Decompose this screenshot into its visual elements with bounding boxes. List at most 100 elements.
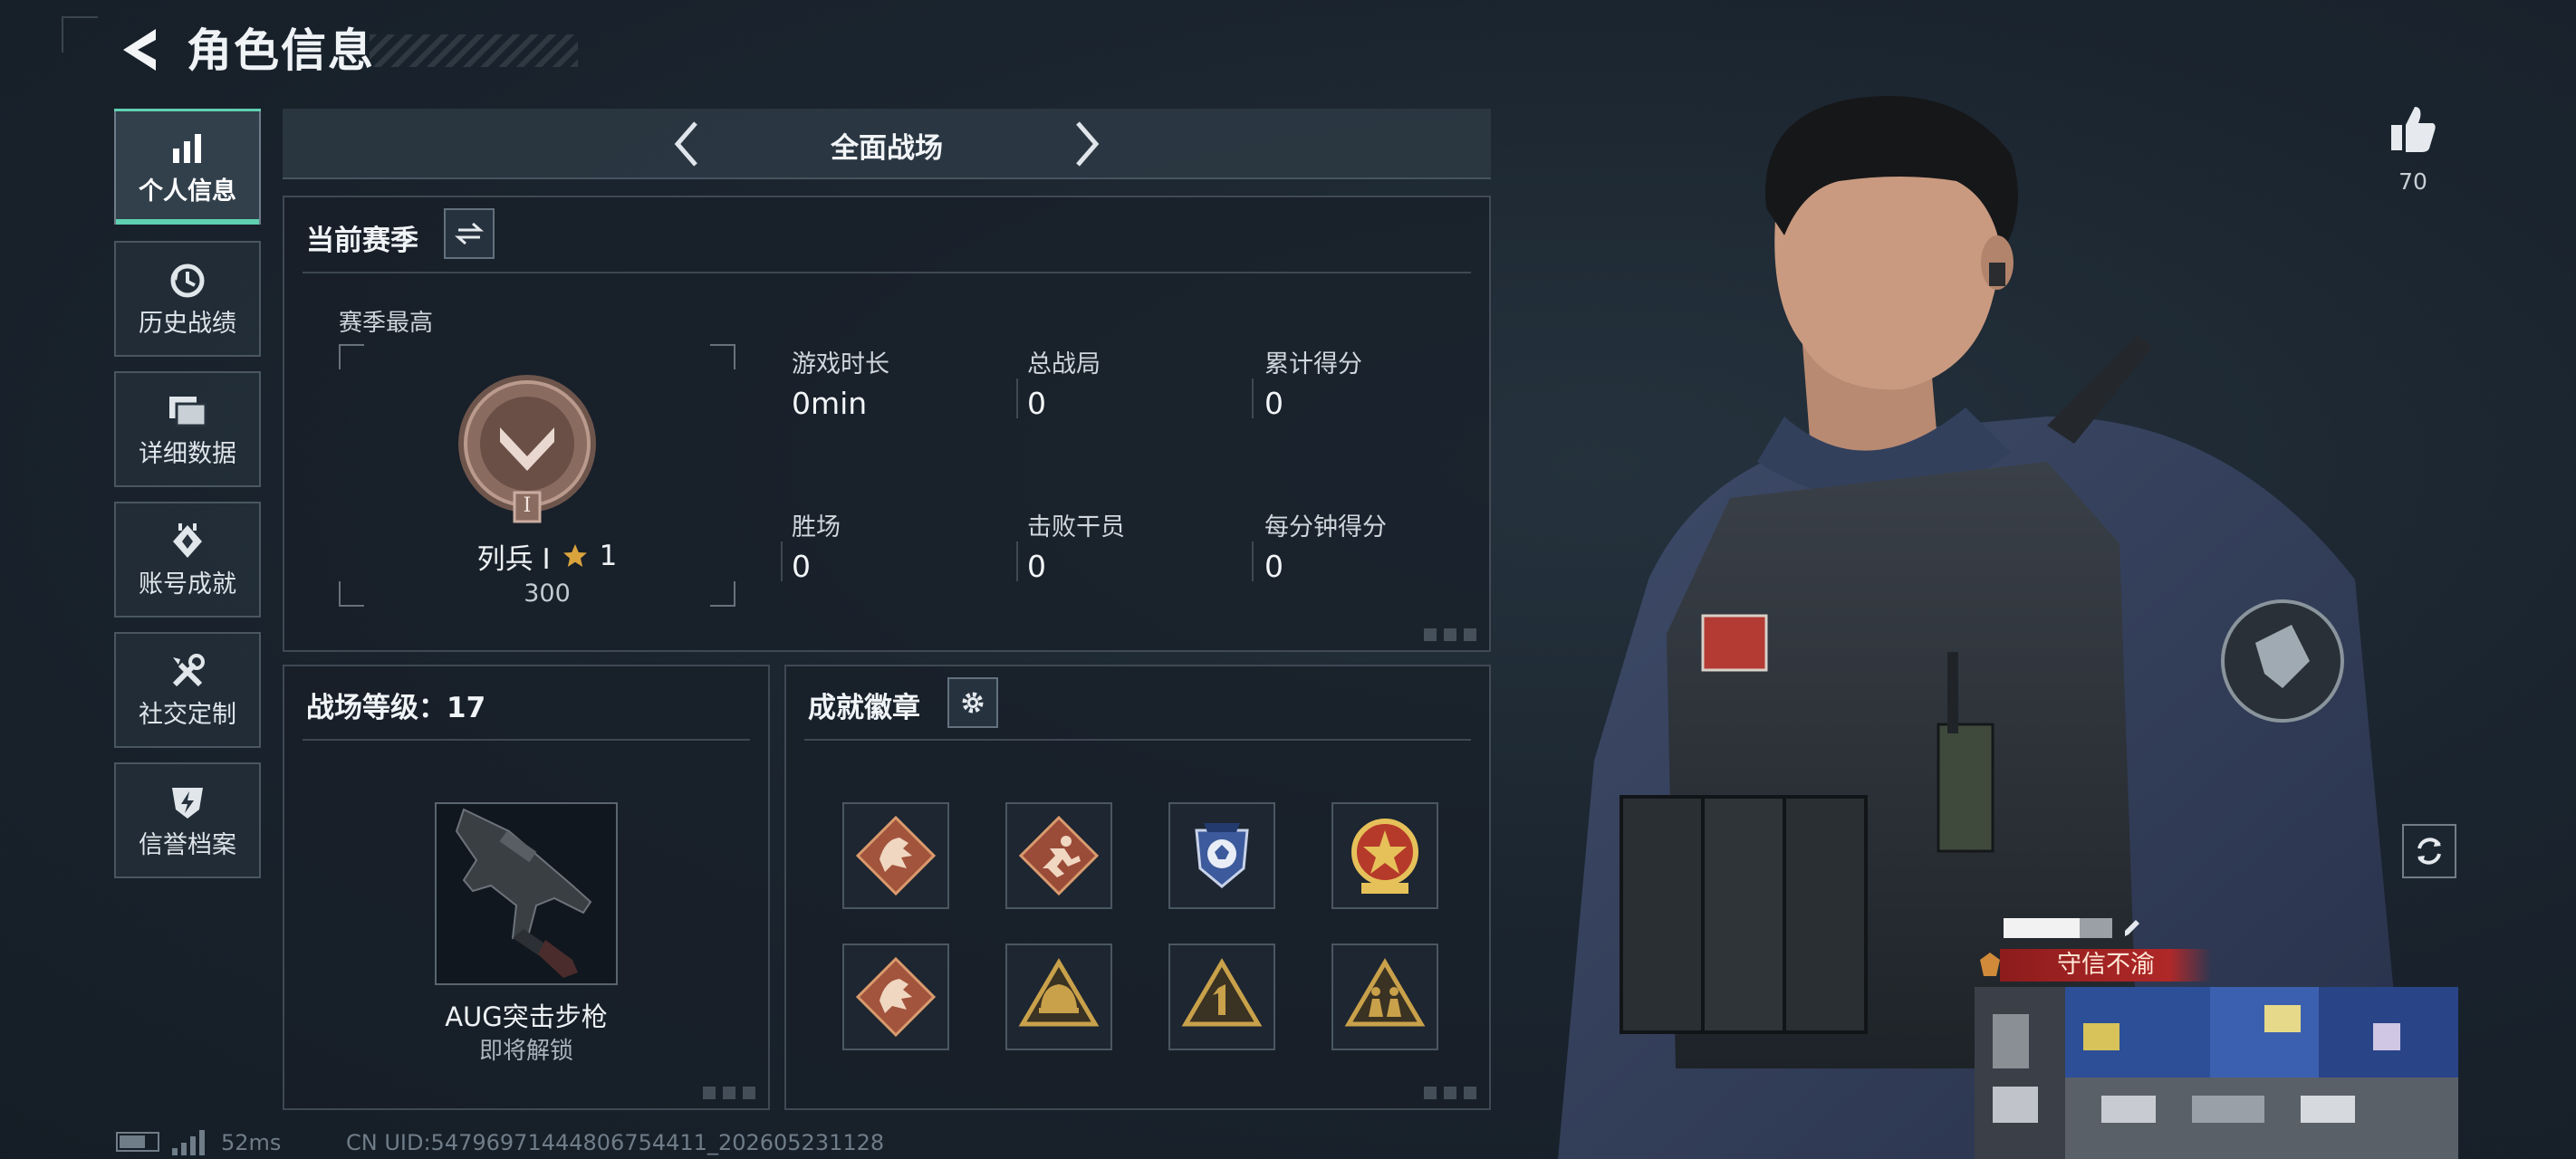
nav-item-personal-info[interactable]: 个人信息	[114, 109, 261, 225]
page-title: 角色信息	[187, 24, 375, 77]
rank-tier-numeral: I	[523, 494, 532, 517]
star-medal-badge-icon	[1351, 819, 1418, 894]
badge-slot[interactable]	[842, 802, 949, 909]
battlefield-level-panel: 战场等级：17 AUG突击步枪 即将解锁	[283, 665, 770, 1110]
ping-readout: 52ms	[221, 1130, 282, 1155]
panel-notch-decoration	[1424, 1087, 1478, 1099]
badge-slot[interactable]	[1331, 802, 1438, 909]
nav-item-detailed-data[interactable]: 详细数据	[114, 371, 261, 487]
rank-name: 列兵 Ⅰ	[476, 542, 551, 576]
stat-value: 0	[1027, 386, 1046, 421]
tools-icon	[167, 651, 208, 693]
gear-icon	[962, 692, 984, 714]
shield-bolt-icon	[167, 781, 208, 823]
battlefield-level-title: 战场等级：17	[306, 692, 486, 724]
stat-divider	[1252, 541, 1254, 581]
shield-wolf-badge-icon	[1195, 823, 1249, 888]
season-title: 当前赛季	[306, 225, 418, 257]
bar-chart-icon	[167, 128, 208, 169]
rotate-model-button[interactable]	[2402, 824, 2456, 878]
nav-label: 个人信息	[139, 177, 236, 206]
rotate-icon	[2417, 838, 2441, 865]
honor-emblem-icon	[1978, 951, 2002, 978]
next-mode-button[interactable]	[1062, 118, 1110, 170]
frame-corner	[339, 581, 364, 607]
soldiers-badge-icon	[1344, 958, 1426, 1027]
frame-corner	[710, 581, 735, 607]
signal-icon	[172, 1130, 205, 1155]
nav-item-history[interactable]: 历史战绩	[114, 241, 261, 357]
dragon-badge-icon	[855, 956, 937, 1038]
stat-divider	[781, 541, 783, 581]
star-icon	[562, 544, 587, 567]
switch-season-button[interactable]	[444, 208, 495, 259]
stat-value: 0	[792, 549, 811, 584]
badge-slot[interactable]	[1168, 802, 1275, 909]
uid-text: CN UID:5479697144480675441‍1_20260523112…	[346, 1130, 885, 1155]
profile-banner-redacted	[1975, 987, 2458, 1159]
rank-points: 300	[524, 580, 571, 608]
stat-label: 击败干员	[1027, 513, 1125, 541]
achievement-badges-panel: 成就徽章	[784, 665, 1491, 1110]
helmet-badge-icon	[1018, 958, 1100, 1027]
like-count: 70	[2398, 168, 2427, 195]
frame-corner	[339, 344, 364, 369]
like-button[interactable]	[2388, 101, 2438, 156]
stat-value: 0	[1027, 549, 1046, 584]
weapon-unlock-card[interactable]	[435, 802, 618, 985]
rank-name-row: 列兵 Ⅰ 1	[447, 538, 647, 576]
nav-label: 社交定制	[139, 701, 236, 729]
honor-tag: 守信不渝	[2000, 949, 2212, 982]
stat-value: 0min	[792, 386, 868, 421]
chevron-right-icon	[1076, 121, 1100, 167]
stat-label: 累计得分	[1264, 350, 1362, 378]
stat-label: 游戏时长	[792, 350, 889, 378]
folder-stack-icon	[167, 390, 208, 432]
frame-corner	[710, 344, 735, 369]
mode-selector: 全面战场	[283, 109, 1491, 179]
panel-divider	[303, 272, 1471, 273]
title-decoration	[370, 34, 578, 67]
player-name-redacted	[2004, 918, 2112, 938]
panel-notch-decoration	[703, 1087, 757, 1099]
panel-divider	[804, 739, 1471, 741]
rank-stars: 1	[599, 540, 618, 572]
weapon-status: 即将解锁	[478, 1038, 573, 1065]
mode-title: 全面战场	[831, 132, 943, 165]
badge-slot[interactable]	[1331, 943, 1438, 1050]
back-button[interactable]	[116, 24, 161, 76]
rank-emblem: I	[455, 373, 600, 525]
nav-label: 详细数据	[139, 440, 236, 468]
nav-item-social-custom[interactable]: 社交定制	[114, 632, 261, 748]
stat-label: 总战局	[1027, 350, 1101, 378]
edit-name-icon[interactable]	[2123, 916, 2141, 938]
badge-slot[interactable]	[1005, 943, 1112, 1050]
nav-label: 历史战绩	[139, 310, 236, 338]
stat-divider	[1016, 378, 1018, 418]
assault-rifle-icon	[455, 808, 592, 978]
stat-value: 0	[1264, 549, 1283, 584]
badge-slot[interactable]	[1005, 802, 1112, 909]
stat-divider	[1252, 378, 1254, 418]
history-clock-icon	[167, 260, 208, 302]
panel-divider	[303, 739, 750, 741]
number-one-badge-icon	[1181, 958, 1263, 1027]
nav-item-achievements[interactable]: 账号成就	[114, 502, 261, 618]
badge-slot[interactable]	[1168, 943, 1275, 1050]
panel-notch-decoration	[1424, 628, 1478, 641]
nav-item-reputation[interactable]: 信誉档案	[114, 762, 261, 878]
stat-value: 0	[1264, 386, 1283, 421]
nav-label: 信誉档案	[139, 831, 236, 859]
badges-title: 成就徽章	[808, 692, 920, 724]
thumbs-up-icon	[2391, 107, 2436, 152]
nav-label: 账号成就	[139, 570, 236, 599]
dragon-badge-icon	[855, 815, 937, 896]
back-arrow-icon	[123, 29, 156, 71]
stat-label: 每分钟得分	[1264, 513, 1387, 541]
swap-arrows-icon	[455, 222, 484, 245]
badge-slot[interactable]	[842, 943, 949, 1050]
badge-settings-button[interactable]	[947, 677, 998, 728]
achievement-icon	[167, 521, 208, 562]
stat-divider	[1016, 541, 1018, 581]
season-best-label: 赛季最高	[339, 310, 434, 337]
